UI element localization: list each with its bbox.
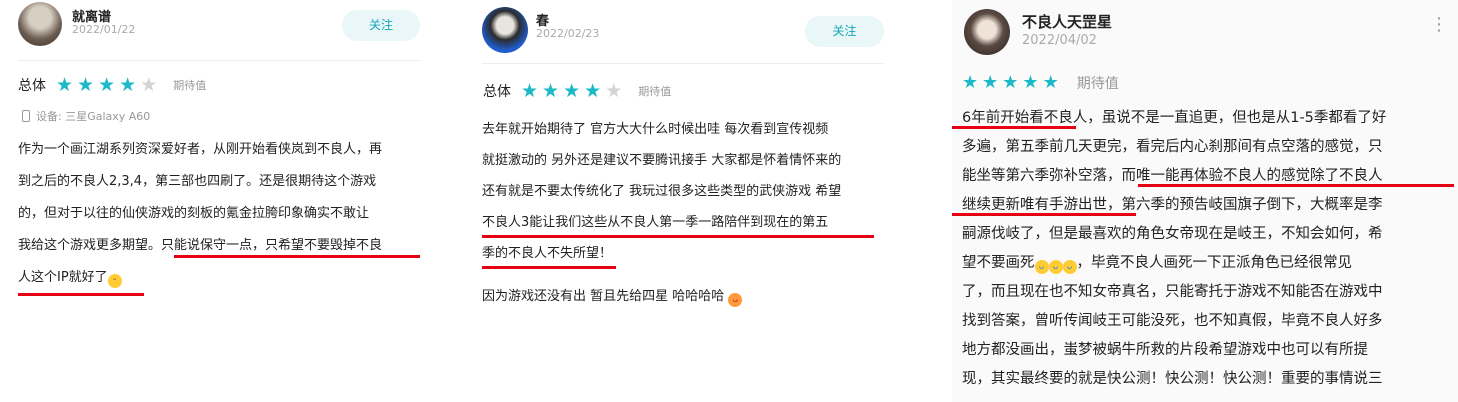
star-filled-icon: ★ — [521, 79, 539, 102]
rating-row: 总体 ★ ★ ★ ★ ★ 期待值 — [18, 74, 206, 96]
highlight-underline — [482, 266, 616, 269]
highlight-underline — [952, 126, 1076, 129]
review-line: 我给这个游戏更多期望。只能说保守一点，只希望不要毁掉不良 — [18, 238, 383, 253]
review-line: 去年就开始期待了 官方大大什么时候出哇 每次看到宣传视频 — [482, 122, 829, 137]
star-filled-icon: ★ — [1002, 72, 1019, 93]
device-label: 设备: 三星Galaxy A60 — [36, 110, 151, 123]
follow-button[interactable]: 关注 — [805, 16, 884, 47]
review-line: 因为游戏还没有出 暂且先给四星 哈哈哈哈 — [482, 289, 725, 304]
device-info: 设备: 三星Galaxy A60 — [22, 108, 150, 124]
review-extra-line: 因为游戏还没有出 暂且先给四星 哈哈哈哈 ᴗ — [482, 285, 743, 307]
rating-label: 总体 — [483, 84, 511, 100]
star-filled-icon: ★ — [563, 79, 581, 102]
review-line: 现，其实最终要的就是快公测！快公测！快公测！重要的事情说三 — [962, 371, 1383, 387]
review-line: 找到答案，曾听传闻岐王可能没死，也不知真假，毕竟不良人好多 — [962, 313, 1383, 329]
grin-emoji-icon: ᵕ — [107, 274, 122, 288]
review-line-last: 人这个IP就好了 ᵕ — [18, 266, 122, 288]
review-line: ，毕竟不良人画死一下正派角色已经很常见 — [1076, 255, 1353, 271]
review-date: 2022/04/02 — [1022, 33, 1097, 48]
review-card-3: 不良人天罡星 2022/04/02 ⋮ ★ ★ ★ ★ ★ 期待值 6年前开始看不良人，… — [952, 0, 1458, 402]
highlight-underline — [1138, 184, 1454, 187]
review-line: 了，而且现在也不知女帝真名，只能寄托于游戏不知能否在游戏中 — [962, 284, 1383, 300]
highlight-underline — [952, 213, 1136, 216]
star-empty-icon: ★ — [605, 79, 623, 102]
review-line: 不良人3能让我们这些从不良人第一季一路陪伴到现在的第五 — [482, 215, 829, 230]
crying-emoji-icon: ᴗ — [1034, 260, 1049, 274]
avatar[interactable] — [964, 9, 1010, 55]
review-line: 还有就是不要太传统化了 我玩过很多这些类型的武侠游戏 希望 — [482, 184, 842, 199]
review-line: 就挺激动的 另外还是建议不要腾讯接手 大家都是怀着情怀来的 — [482, 153, 842, 168]
review-line: 季的不良人不失所望！ — [482, 246, 613, 261]
expectation-label: 期待值 — [638, 85, 672, 98]
star-filled-icon: ★ — [1042, 72, 1059, 93]
review-date: 2022/02/23 — [536, 27, 600, 40]
star-empty-icon: ★ — [140, 73, 158, 96]
review-line: 地方都没画出，蚩梦被蜗牛所救的片段希望游戏中也可以有所提 — [962, 342, 1368, 358]
crying-emoji-icon: ᴗ — [1062, 260, 1077, 274]
star-filled-icon: ★ — [1022, 72, 1039, 93]
rating-row: 总体 ★ ★ ★ ★ ★ 期待值 — [483, 80, 671, 102]
follow-button[interactable]: 关注 — [342, 10, 420, 41]
star-rating: ★ ★ ★ ★ ★ — [521, 79, 626, 102]
highlight-underline — [174, 255, 420, 258]
divider — [482, 63, 884, 64]
review-line: 继续更新唯有手游出世，第六季的预告岐国旗子倒下，大概率是李 — [962, 197, 1383, 213]
star-filled-icon: ★ — [119, 73, 137, 96]
review-date: 2022/01/22 — [72, 23, 136, 36]
review-line: 嗣源伐岐了，但是最喜欢的角色女帝现在是岐王，不知会如何，希 — [962, 226, 1383, 242]
review-card-2: 春 2022/02/23 关注 总体 ★ ★ ★ ★ ★ 期待值 去年就开始期待了 官方… — [462, 0, 902, 402]
review-line: 能坐等第六季弥补空落，而唯一能再体验不良人的感觉除了不良人 — [962, 168, 1383, 184]
expectation-label: 期待值 — [173, 79, 207, 92]
star-filled-icon: ★ — [962, 72, 979, 93]
star-filled-icon: ★ — [56, 73, 74, 96]
divider — [18, 60, 420, 61]
username[interactable]: 不良人天罡星 — [1022, 11, 1112, 32]
crying-emoji-icon: ᴗ — [1048, 260, 1063, 274]
review-card-1: 就离谱 2022/01/22 关注 总体 ★ ★ ★ ★ ★ 期待值 设备: 三星Gal… — [0, 0, 440, 402]
more-options-icon[interactable]: ⋮ — [1430, 16, 1448, 34]
avatar[interactable] — [18, 2, 62, 46]
star-rating: ★ ★ ★ ★ ★ — [56, 73, 161, 96]
star-filled-icon: ★ — [77, 73, 95, 96]
review-line: 人这个IP就好了 — [18, 270, 108, 285]
review-line: 多遍，第五季前几天更完，看完后内心刹那间有点空落的感觉，只 — [962, 139, 1383, 155]
review-line: 望不要画死 — [962, 255, 1035, 271]
highlight-underline — [482, 235, 874, 238]
review-line-emoji: 望不要画死 ᴗ ᴗ ᴗ ，毕竟不良人画死一下正派角色已经很常见 — [962, 251, 1352, 274]
rating-label: 总体 — [18, 78, 46, 94]
star-filled-icon: ★ — [98, 73, 116, 96]
tongue-emoji-icon: ᴗ — [728, 293, 743, 307]
star-filled-icon: ★ — [584, 79, 602, 102]
star-rating: ★ ★ ★ ★ ★ — [962, 74, 1063, 92]
review-line: 的，但对于以往的仙侠游戏的刻板的氪金拉胯印象确实不敢让 — [18, 206, 370, 221]
star-filled-icon: ★ — [982, 72, 999, 93]
review-line: 作为一个画江湖系列资深爱好者，从刚开始看侠岚到不良人，再 — [18, 142, 383, 157]
star-filled-icon: ★ — [542, 79, 560, 102]
phone-icon — [22, 110, 30, 122]
expectation-label: 期待值 — [1076, 76, 1119, 92]
review-line: 到之后的不良人2,3,4，第三部也四刷了。还是很期待这个游戏 — [18, 174, 377, 189]
avatar[interactable] — [482, 7, 528, 53]
rating-row: ★ ★ ★ ★ ★ 期待值 — [962, 72, 1119, 94]
review-line: 6年前开始看不良人，虽说不是一直追更，但也是从1-5季都看了好 — [962, 110, 1387, 126]
highlight-underline — [18, 293, 144, 296]
